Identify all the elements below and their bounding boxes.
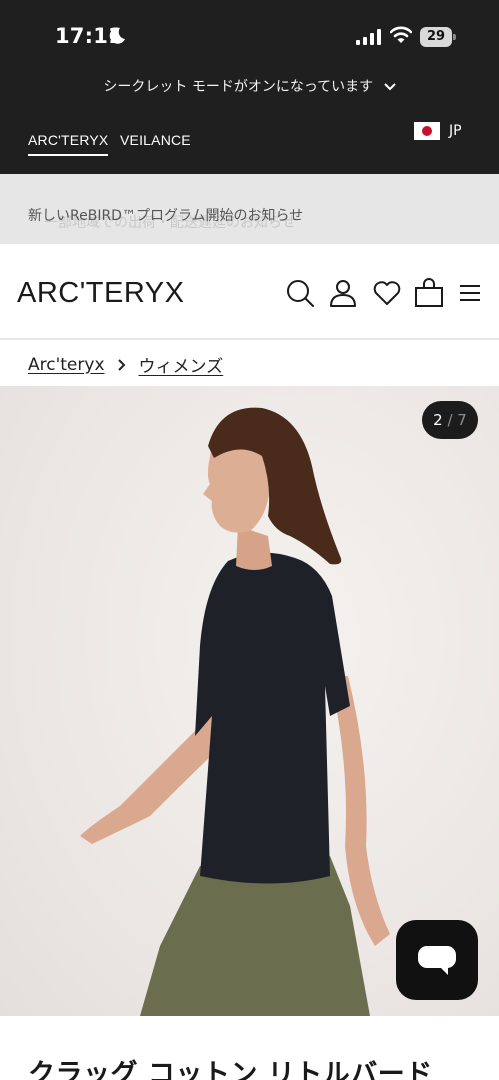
japan-flag-icon <box>414 122 440 140</box>
breadcrumb-arcteryx[interactable]: Arc'teryx <box>28 355 105 375</box>
search-icon[interactable] <box>285 278 315 308</box>
locale-label: JP <box>449 123 462 139</box>
private-mode-banner[interactable]: シークレット モードがオンになっています <box>0 70 499 104</box>
battery-icon: 29 <box>420 27 456 47</box>
chevron-down-icon <box>383 83 396 91</box>
signal-icon <box>356 29 381 45</box>
gallery-separator: / <box>442 411 458 429</box>
gallery-counter: 2 / 7 <box>422 401 478 439</box>
moon-icon <box>109 27 125 44</box>
breadcrumb: Arc'teryx ウィメンズ <box>28 352 224 378</box>
account-icon[interactable] <box>328 278 358 308</box>
product-title: クラッグ コットン リトルバード <box>28 1059 433 1080</box>
wifi-icon <box>390 26 412 43</box>
chat-icon <box>418 946 456 975</box>
private-mode-text: シークレット モードがオンになっています <box>103 79 374 95</box>
chat-button[interactable] <box>396 920 478 1000</box>
locale-selector[interactable]: JP <box>414 122 462 140</box>
gallery-total: 7 <box>457 411 467 429</box>
brand-switch-bar: ARC'TERYX VEILANCE JP <box>0 104 499 174</box>
battery-level: 29 <box>420 27 452 47</box>
tab-veilance[interactable]: VEILANCE <box>120 132 191 148</box>
site-header: ARC'TERYX <box>0 244 499 340</box>
cart-icon[interactable] <box>414 278 444 308</box>
chevron-right-icon <box>117 358 125 371</box>
gallery-current: 2 <box>433 411 443 429</box>
announcement-text[interactable]: 新しいReBIRD™プログラム開始のお知らせ <box>28 205 303 225</box>
breadcrumb-womens[interactable]: ウィメンズ <box>139 352 224 377</box>
status-bar: 17:11 29 <box>0 0 499 70</box>
menu-icon[interactable] <box>458 278 482 308</box>
tab-arcteryx[interactable]: ARC'TERYX <box>28 132 109 156</box>
heart-icon[interactable] <box>372 278 402 308</box>
site-logo[interactable]: ARC'TERYX <box>17 277 184 310</box>
